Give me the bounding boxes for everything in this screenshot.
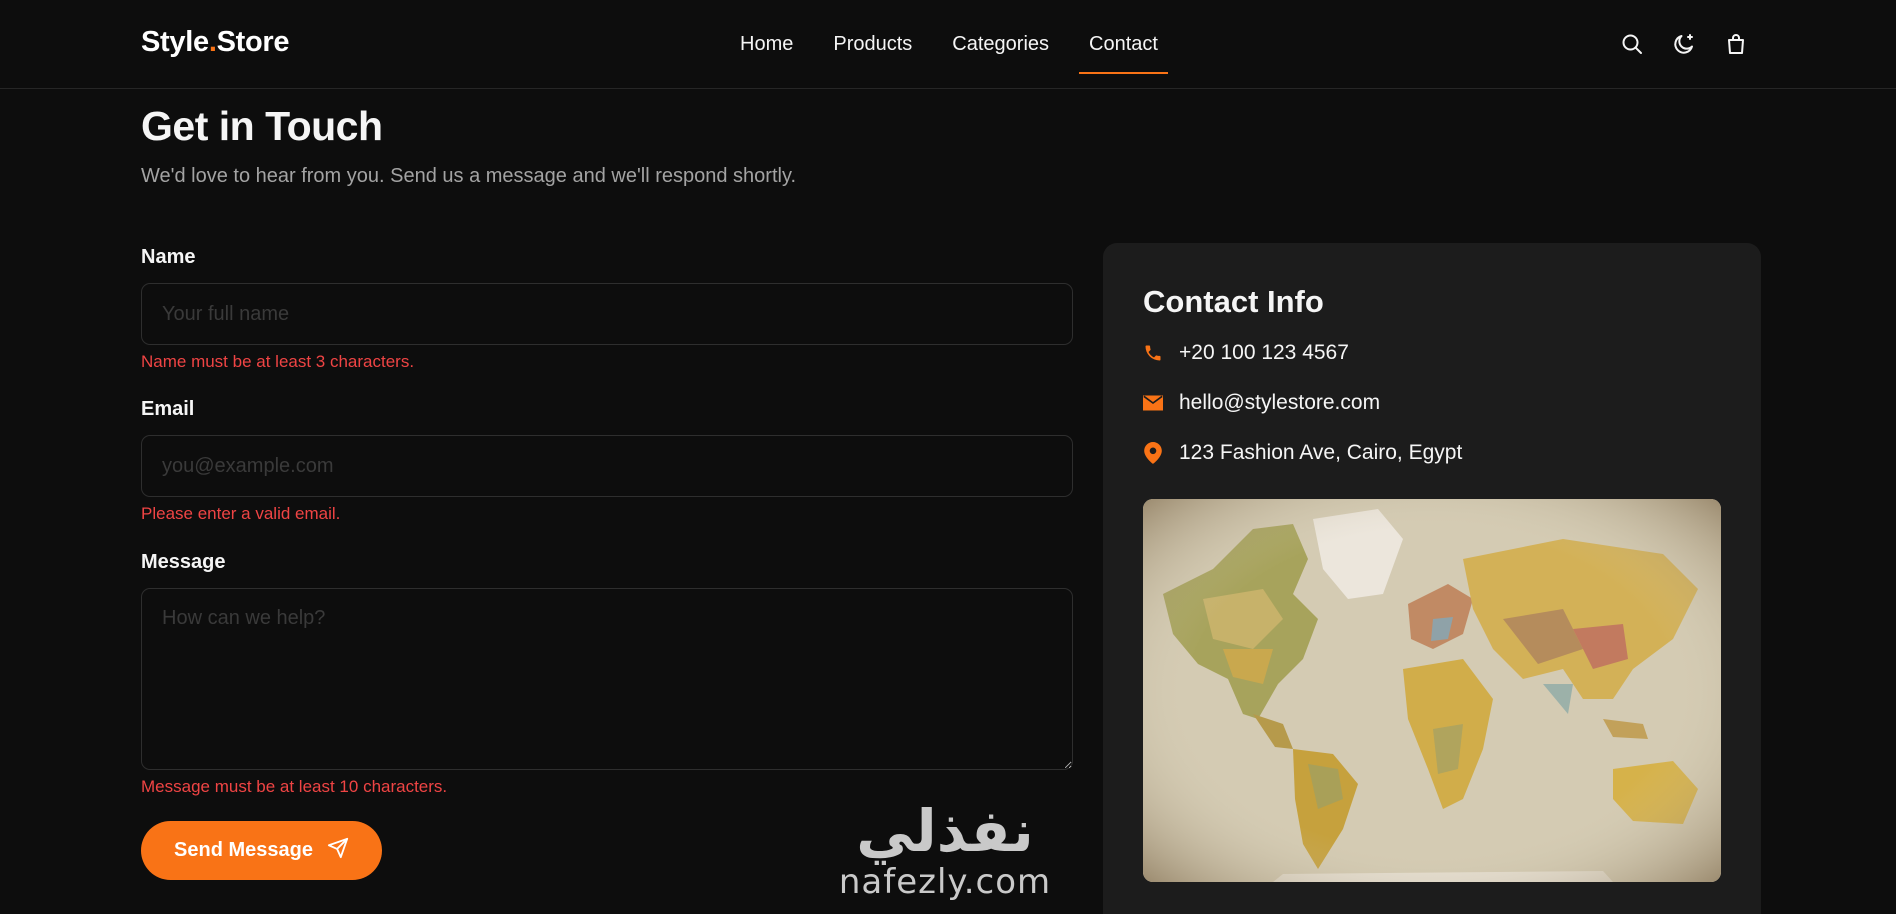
nav-contact[interactable]: Contact — [1069, 0, 1178, 89]
header-actions — [1618, 30, 1750, 58]
send-message-label: Send Message — [174, 839, 313, 861]
phone-row: +20 100 123 4567 — [1143, 341, 1349, 365]
site-header: Style.Store Home Products Categories Con… — [0, 0, 1896, 89]
email-input[interactable] — [141, 435, 1073, 497]
send-icon — [327, 837, 349, 865]
address-text: 123 Fashion Ave, Cairo, Egypt — [1179, 441, 1463, 464]
brand-name-part2: Store — [216, 26, 290, 58]
phone-icon — [1143, 343, 1163, 363]
message-label: Message — [141, 551, 226, 573]
shopping-bag-icon[interactable] — [1722, 30, 1750, 58]
email-link[interactable]: hello@stylestore.com — [1179, 391, 1380, 415]
message-error: Message must be at least 10 characters. — [141, 777, 448, 796]
watermark-arabic: نفذلي — [856, 797, 1034, 865]
name-label: Name — [141, 246, 196, 268]
nav-home[interactable]: Home — [720, 0, 813, 89]
main-nav: Home Products Categories Contact — [720, 0, 1178, 89]
address-row: 123 Fashion Ave, Cairo, Egypt — [1143, 441, 1462, 465]
search-icon[interactable] — [1618, 30, 1646, 58]
theme-toggle-icon[interactable] — [1670, 30, 1698, 58]
nav-categories[interactable]: Categories — [932, 0, 1069, 89]
brand-logo[interactable]: Style.Store — [141, 26, 290, 59]
nav-products[interactable]: Products — [813, 0, 932, 89]
brand-dot: . — [208, 26, 217, 58]
page-title: Get in Touch — [141, 103, 383, 149]
name-error: Name must be at least 3 characters. — [141, 352, 415, 371]
phone-link[interactable]: +20 100 123 4567 — [1179, 341, 1349, 365]
location-pin-icon — [1143, 442, 1163, 464]
watermark-latin: nafezly.com — [838, 862, 1052, 902]
email-error: Please enter a valid email. — [141, 504, 341, 523]
contact-info-title: Contact Info — [1143, 284, 1324, 319]
contact-info-card: Contact Info +20 100 123 4567 hello@styl… — [1103, 243, 1761, 914]
send-message-button[interactable]: Send Message — [141, 821, 382, 880]
email-label: Email — [141, 398, 195, 420]
brand-name-part1: Style — [141, 26, 209, 58]
message-textarea[interactable] — [141, 588, 1073, 770]
world-map-illustration — [1143, 499, 1721, 882]
world-map-image — [1143, 499, 1721, 882]
email-row: hello@stylestore.com — [1143, 391, 1380, 415]
watermark-logo: نفذلي nafezly.com — [835, 800, 1055, 914]
envelope-icon — [1143, 393, 1163, 413]
page-subtitle: We'd love to hear from you. Send us a me… — [141, 165, 797, 187]
name-input[interactable] — [141, 283, 1073, 345]
